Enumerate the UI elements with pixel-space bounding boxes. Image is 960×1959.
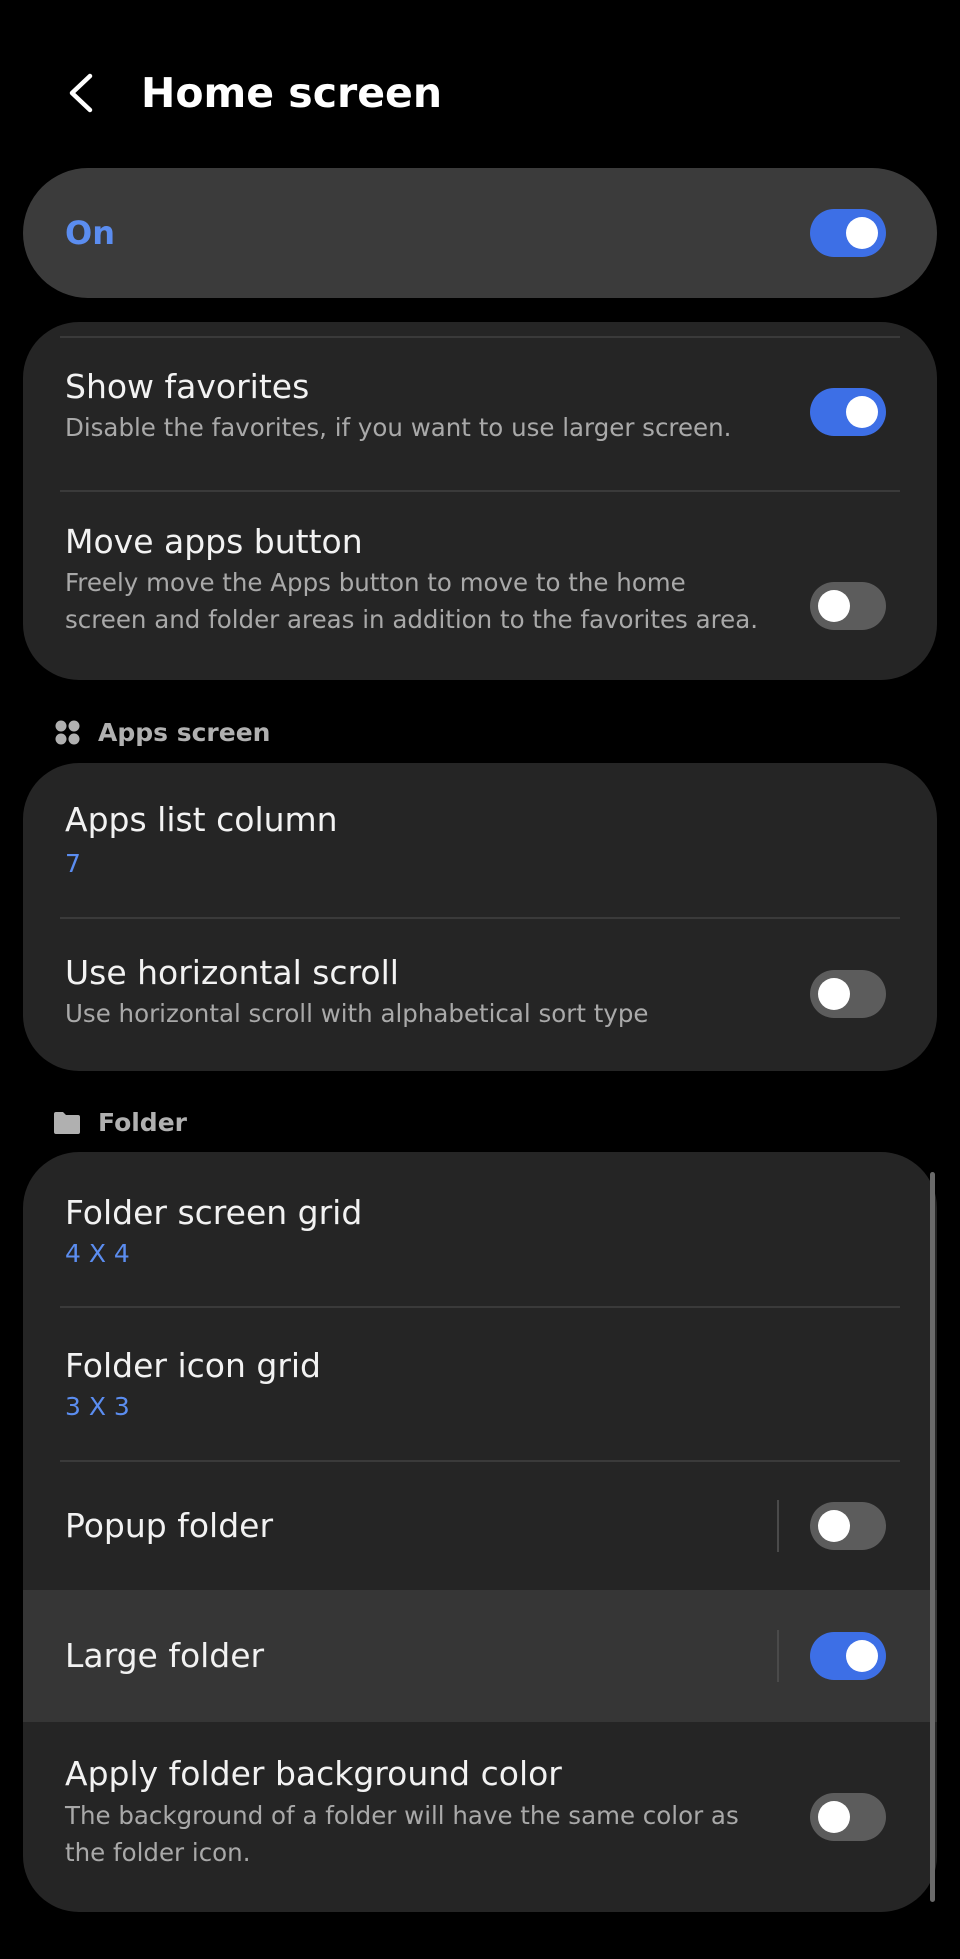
folder-card: Folder screen grid 4 X 4 Folder icon gri…	[23, 1152, 937, 1912]
vertical-separator	[777, 1500, 779, 1552]
divider	[60, 336, 900, 338]
show-favorites-title: Show favorites	[65, 367, 310, 406]
master-switch-bar[interactable]: On	[23, 168, 937, 298]
header: Home screen	[0, 0, 960, 170]
move-apps-button-toggle[interactable]	[810, 582, 886, 630]
toggle-knob	[818, 978, 850, 1010]
folder-screen-grid-title: Folder screen grid	[65, 1193, 363, 1232]
move-apps-button-subtitle-line1: Freely move the Apps button to move to t…	[65, 568, 686, 597]
use-horizontal-scroll-toggle[interactable]	[810, 970, 886, 1018]
toggle-knob	[846, 1640, 878, 1672]
page-title: Home screen	[141, 69, 443, 117]
toggle-knob	[846, 396, 878, 428]
apps-screen-card: Apps list column 7 Use horizontal scroll…	[23, 763, 937, 1071]
use-horizontal-scroll-row[interactable]: Use horizontal scroll Use horizontal scr…	[23, 919, 937, 1071]
vertical-separator	[777, 1630, 779, 1682]
folder-icon-grid-title: Folder icon grid	[65, 1346, 322, 1385]
large-folder-row[interactable]: Large folder	[23, 1590, 937, 1722]
show-favorites-subtitle: Disable the favorites, if you want to us…	[65, 413, 732, 442]
chevron-left-icon	[69, 73, 93, 113]
show-favorites-toggle[interactable]	[810, 388, 886, 436]
home-settings-card: Show favorites Disable the favorites, if…	[23, 322, 937, 680]
use-horizontal-scroll-title: Use horizontal scroll	[65, 953, 399, 992]
toggle-knob	[818, 1801, 850, 1833]
divider	[60, 490, 900, 492]
use-horizontal-scroll-subtitle: Use horizontal scroll with alphabetical …	[65, 999, 649, 1028]
apply-folder-background-color-title: Apply folder background color	[65, 1754, 562, 1793]
folder-screen-grid-row[interactable]: Folder screen grid 4 X 4	[23, 1152, 937, 1306]
apps-list-column-value: 7	[65, 849, 81, 878]
master-toggle[interactable]	[810, 209, 886, 257]
show-favorites-row[interactable]: Show favorites Disable the favorites, if…	[23, 360, 937, 476]
apply-folder-background-color-row[interactable]: Apply folder background color The backgr…	[23, 1722, 937, 1912]
apps-screen-section-label: Apps screen	[98, 718, 271, 747]
popup-folder-toggle[interactable]	[810, 1502, 886, 1550]
folder-icon-grid-row[interactable]: Folder icon grid 3 X 3	[23, 1308, 937, 1460]
master-switch-label: On	[65, 214, 115, 252]
scrollbar[interactable]	[930, 1172, 935, 1902]
popup-folder-title: Popup folder	[65, 1506, 274, 1545]
move-apps-button-subtitle-line2: screen and folder areas in addition to t…	[65, 605, 759, 634]
apps-list-column-title: Apps list column	[65, 800, 338, 839]
folder-section-label: Folder	[98, 1108, 187, 1137]
apply-folder-background-color-subtitle-line2: the folder icon.	[65, 1838, 251, 1867]
toggle-knob	[846, 217, 878, 249]
large-folder-toggle[interactable]	[810, 1632, 886, 1680]
toggle-knob	[818, 1510, 850, 1542]
large-folder-title: Large folder	[65, 1636, 265, 1675]
apps-list-column-row[interactable]: Apps list column 7	[23, 763, 937, 917]
popup-folder-row[interactable]: Popup folder	[23, 1462, 937, 1590]
apply-folder-background-color-subtitle-line1: The background of a folder will have the…	[65, 1801, 739, 1830]
move-apps-button-title: Move apps button	[65, 522, 363, 561]
folder-screen-grid-value: 4 X 4	[65, 1239, 130, 1268]
toggle-knob	[818, 590, 850, 622]
apply-folder-background-color-toggle[interactable]	[810, 1793, 886, 1841]
apps-grid-icon	[55, 720, 80, 745]
folder-icon-grid-value: 3 X 3	[65, 1392, 130, 1421]
back-button[interactable]	[58, 64, 106, 122]
folder-icon	[54, 1112, 80, 1134]
move-apps-button-row[interactable]: Move apps button Freely move the Apps bu…	[23, 508, 937, 668]
